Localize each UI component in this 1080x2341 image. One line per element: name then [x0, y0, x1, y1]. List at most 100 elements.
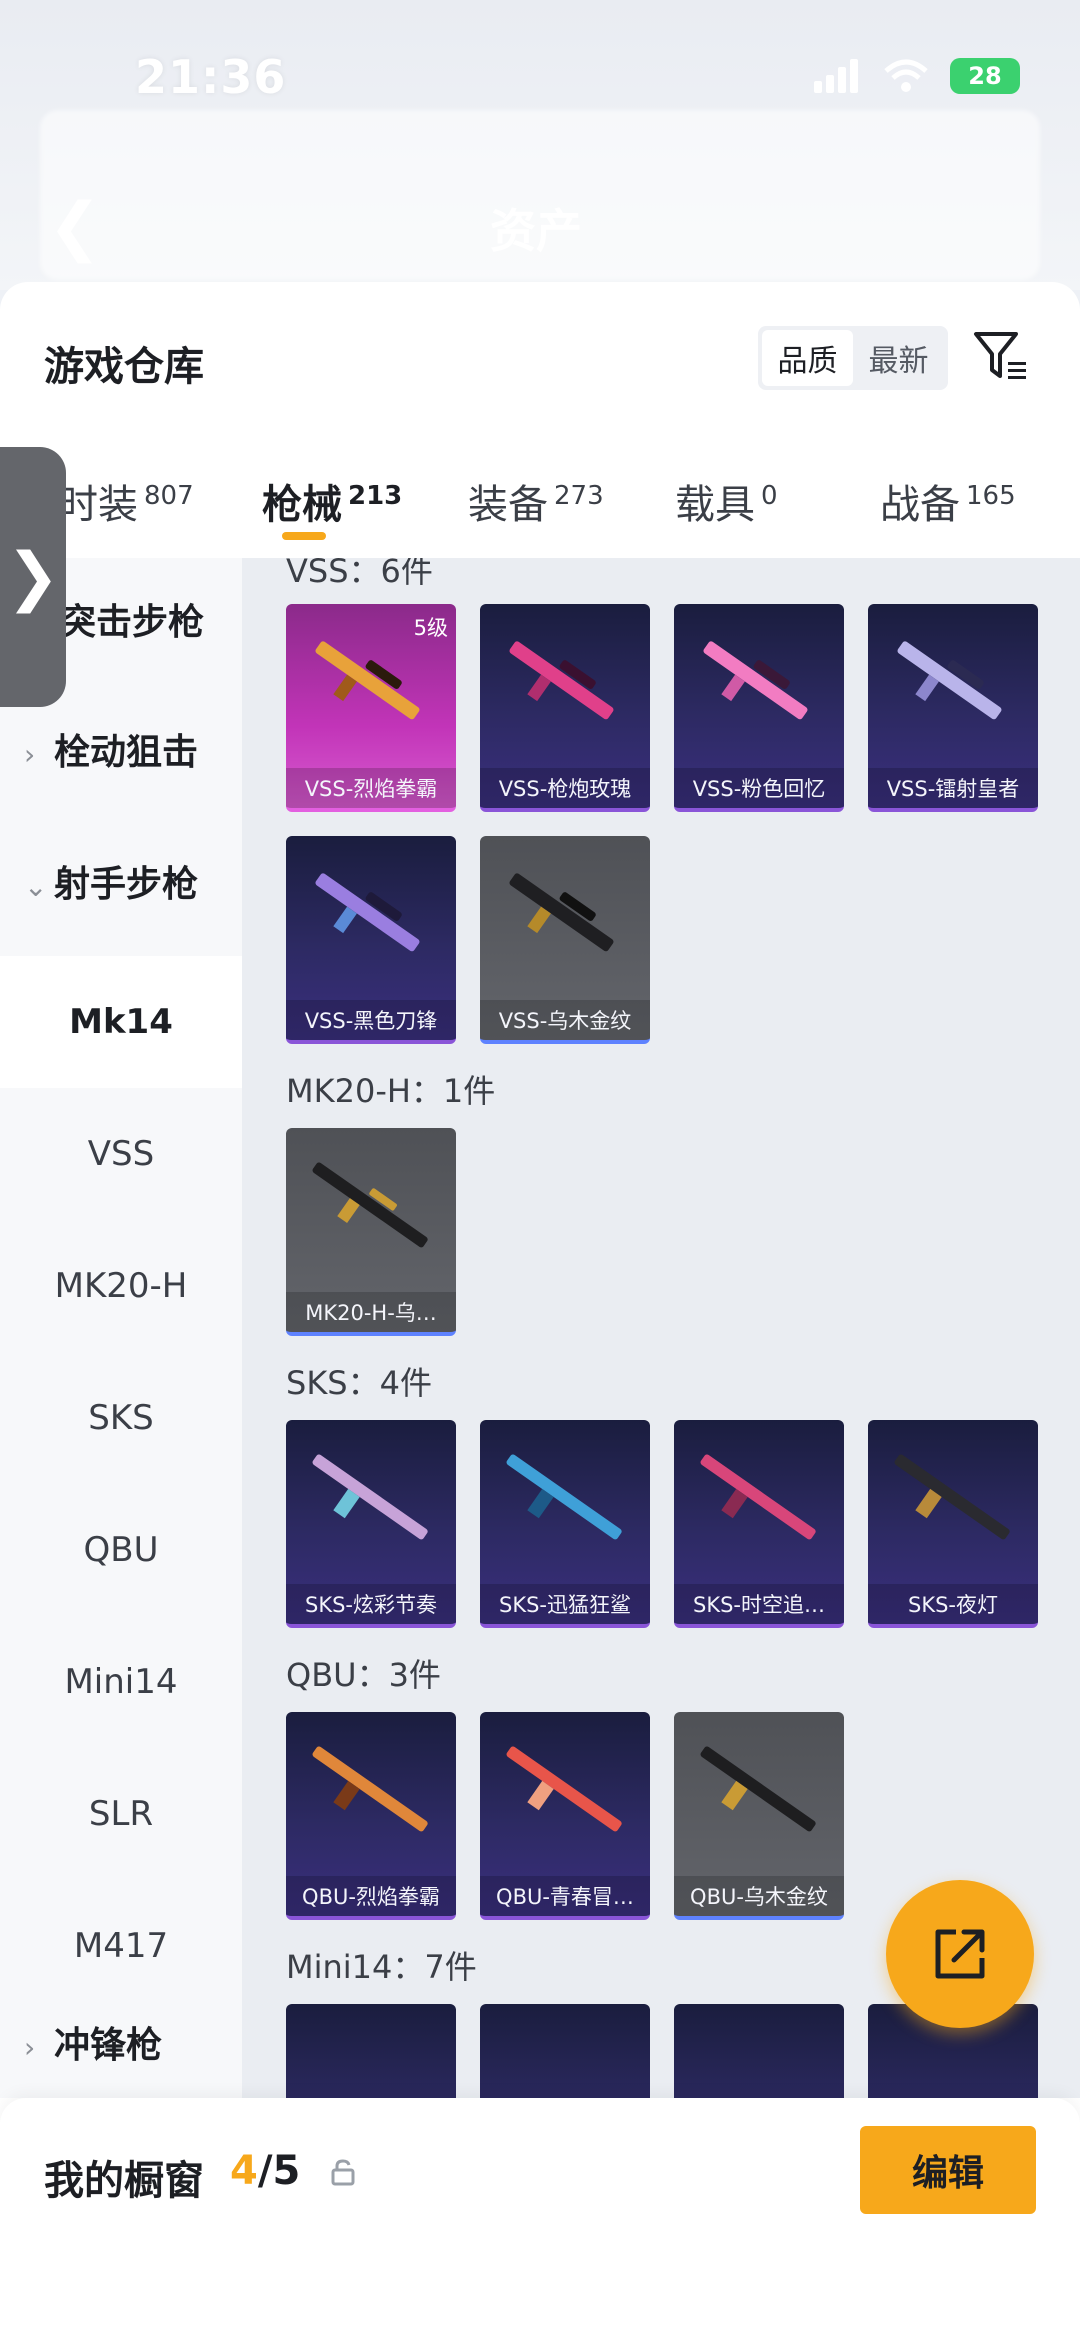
lock-icon[interactable] — [330, 2158, 356, 2186]
filter-icon[interactable] — [970, 326, 1030, 386]
sidebar-cat-label: 栓动狙击 — [54, 732, 199, 773]
sidebar-cat-marksman[interactable]: ⌄ 射手步枪 — [0, 840, 242, 930]
skin-card[interactable]: 5级 VSS-烈焰拳霸 — [286, 604, 456, 812]
sidebar-item-sks[interactable]: SKS — [0, 1352, 242, 1484]
sidebar-item-mk14[interactable]: Mk14 — [0, 956, 242, 1088]
level-badge: 5级 — [413, 616, 448, 640]
showcase-count-current: 4 — [230, 2148, 258, 2194]
tab-count: 0 — [761, 481, 778, 511]
skin-name: SKS-炫彩节奏 — [286, 1584, 456, 1624]
tab-label: 装备 — [468, 482, 548, 528]
sidebar-toggle-handle[interactable]: ❯ — [0, 447, 66, 707]
skin-card[interactable]: VSS-粉色回忆 — [674, 604, 844, 812]
showcase-label: 我的橱窗 — [44, 2158, 204, 2204]
status-time: 21:36 — [135, 50, 287, 104]
skin-card[interactable]: SKS-迅猛狂鲨 — [480, 1420, 650, 1628]
rifle-icon — [509, 873, 614, 952]
rifle-icon — [509, 641, 614, 720]
sort-latest-button[interactable]: 最新 — [853, 330, 944, 386]
share-icon — [935, 1929, 985, 1979]
back-arrow-icon[interactable]: ❮ — [48, 190, 102, 264]
tab-outfits[interactable]: 时装 807 — [58, 472, 194, 530]
sidebar-item-m417[interactable]: M417 — [0, 1880, 242, 2012]
sidebar-item-slr[interactable]: SLR — [0, 1748, 242, 1880]
sort-quality-button[interactable]: 品质 — [762, 330, 853, 386]
tab-supplies[interactable]: 战备 165 — [880, 472, 1016, 530]
chevron-down-icon: ⌄ — [24, 870, 48, 903]
skin-card[interactable] — [674, 2004, 844, 2098]
sidebar-cat-label: 突击步枪 — [60, 602, 205, 643]
group-label-mini14: Mini14：7件 — [286, 1948, 477, 1986]
skin-name: VSS-乌木金纹 — [480, 1000, 650, 1040]
tab-count: 165 — [966, 481, 1016, 511]
skin-card[interactable]: VSS-枪炮玫瑰 — [480, 604, 650, 812]
status-icons: 28 — [814, 58, 1020, 94]
wifi-icon — [884, 59, 928, 92]
battery-indicator: 28 — [950, 58, 1020, 94]
skin-card[interactable] — [480, 2004, 650, 2098]
skin-card[interactable]: QBU-乌木金纹 — [674, 1712, 844, 1920]
tab-label: 枪械 — [262, 482, 342, 528]
weapon-grid: VSS：6件 5级 VSS-烈焰拳霸 VSS-枪炮玫瑰 VSS-粉色回忆 VSS… — [242, 558, 1080, 2098]
sort-toggle: 品质 最新 — [758, 326, 948, 390]
sidebar-item-qbu[interactable]: QBU — [0, 1484, 242, 1616]
skin-name: SKS-迅猛狂鲨 — [480, 1584, 650, 1624]
chevron-right-icon: › — [24, 738, 36, 771]
tab-label: 载具 — [675, 482, 755, 528]
skin-name: VSS-镭射皇者 — [868, 768, 1038, 808]
skin-card[interactable]: SKS-炫彩节奏 — [286, 1420, 456, 1628]
group-label-vss: VSS：6件 — [286, 558, 433, 590]
showcase-bar: 我的橱窗 4/5 编辑 — [0, 2098, 1080, 2341]
edit-button[interactable]: 编辑 — [860, 2126, 1036, 2214]
category-tabs: 时装 807 枪械 213 装备 273 载具 0 战备 165 — [0, 472, 1080, 572]
showcase-count-total: /5 — [257, 2148, 301, 2194]
chevron-right-icon: › — [24, 2031, 36, 2064]
skin-card[interactable]: MK20-H-乌… — [286, 1128, 456, 1336]
sidebar-cat-bolt[interactable]: › 栓动狙击 — [0, 708, 242, 798]
group-label-sks: SKS：4件 — [286, 1364, 432, 1402]
skin-card[interactable]: VSS-乌木金纹 — [480, 836, 650, 1044]
tab-count: 273 — [554, 481, 604, 511]
sidebar-item-mini14[interactable]: Mini14 — [0, 1616, 242, 1748]
group-label-qbu: QBU：3件 — [286, 1656, 441, 1694]
rifle-icon — [506, 1746, 622, 1832]
skin-name: VSS-烈焰拳霸 — [286, 768, 456, 808]
tab-vehicles[interactable]: 载具 0 — [675, 472, 778, 530]
rifle-icon — [703, 641, 808, 720]
tab-label: 时装 — [58, 482, 138, 528]
skin-card[interactable]: VSS-镭射皇者 — [868, 604, 1038, 812]
skin-name: VSS-枪炮玫瑰 — [480, 768, 650, 808]
rifle-icon — [312, 1746, 428, 1832]
skin-card[interactable]: SKS-时空追… — [674, 1420, 844, 1628]
skin-name: QBU-乌木金纹 — [674, 1876, 844, 1916]
skin-card[interactable]: SKS-夜灯 — [868, 1420, 1038, 1628]
skin-card[interactable] — [286, 2004, 456, 2098]
skin-name: SKS-时空追… — [674, 1584, 844, 1624]
rifle-icon — [312, 1454, 428, 1540]
tab-count: 213 — [348, 481, 403, 511]
skin-name: QBU-青春冒… — [480, 1876, 650, 1916]
rifle-icon — [700, 1454, 816, 1540]
sidebar-item-mk20h[interactable]: MK20-H — [0, 1220, 242, 1352]
sidebar-cat-smg[interactable]: › 冲锋枪 — [0, 2006, 242, 2086]
skin-name: VSS-黑色刀锋 — [286, 1000, 456, 1040]
weapon-sidebar: 突击步枪 › 栓动狙击 ⌄ 射手步枪 Mk14 VSS MK20-H SKS QBU… — [0, 558, 242, 2098]
rifle-icon — [506, 1454, 622, 1540]
panel-title: 游戏仓库 — [44, 344, 204, 390]
rifle-icon — [700, 1746, 816, 1832]
rifle-icon — [312, 1162, 428, 1248]
skin-name: SKS-夜灯 — [868, 1584, 1038, 1624]
top-status-area: 21:36 28 ❮ 资产 — [0, 0, 1080, 290]
chevron-right-icon: ❯ — [6, 540, 60, 614]
share-button[interactable] — [886, 1880, 1034, 2028]
sidebar-item-vss[interactable]: VSS — [0, 1088, 242, 1220]
signal-icon — [814, 59, 862, 93]
tab-guns[interactable]: 枪械 213 — [262, 472, 402, 530]
tab-label: 战备 — [880, 482, 960, 528]
skin-card[interactable]: QBU-青春冒… — [480, 1712, 650, 1920]
skin-card[interactable]: QBU-烈焰拳霸 — [286, 1712, 456, 1920]
group-label-mk20h: MK20-H：1件 — [286, 1072, 496, 1110]
sidebar-cat-label: 射手步枪 — [54, 864, 199, 905]
tab-equipment[interactable]: 装备 273 — [468, 472, 604, 530]
skin-card[interactable]: VSS-黑色刀锋 — [286, 836, 456, 1044]
